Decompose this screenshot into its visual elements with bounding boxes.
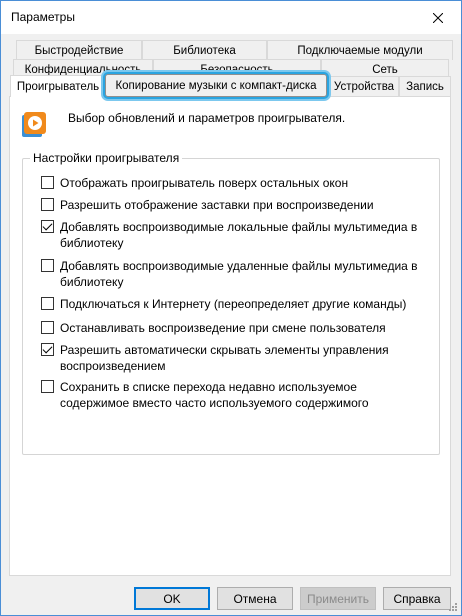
checkbox[interactable] [41, 380, 54, 393]
player-tab-panel: Выбор обновлений и параметров проигрыват… [9, 96, 451, 576]
option-add-local-files[interactable]: Добавлять воспроизводимые локальные файл… [41, 219, 420, 251]
help-button[interactable]: Справка [383, 587, 451, 610]
close-icon [433, 12, 443, 23]
tab-plugins[interactable]: Подключаемые модули [267, 40, 453, 60]
group-title: Настройки проигрывателя [30, 151, 183, 165]
checkbox-checked[interactable] [41, 343, 54, 356]
tab-player[interactable]: Проигрыватель [10, 75, 106, 97]
resize-grip-icon[interactable] [448, 602, 458, 612]
checkbox-checked[interactable] [41, 220, 54, 233]
checkbox[interactable] [41, 321, 54, 334]
close-button[interactable] [415, 1, 461, 34]
option-allow-screensaver[interactable]: Разрешить отображение заставки при воспр… [41, 197, 374, 213]
option-always-on-top[interactable]: Отображать проигрыватель поверх остальны… [41, 175, 348, 191]
option-autohide-controls[interactable]: Разрешить автоматически скрывать элемент… [41, 342, 420, 374]
tab-performance[interactable]: Быстродействие [16, 40, 142, 60]
checkbox[interactable] [41, 259, 54, 272]
checkbox[interactable] [41, 176, 54, 189]
option-stop-on-switch-user[interactable]: Останавливать воспроизведение при смене … [41, 320, 386, 336]
ok-button[interactable]: OK [134, 587, 210, 610]
media-player-icon [22, 112, 46, 137]
title-bar: Параметры [1, 1, 461, 34]
window-title: Параметры [11, 10, 75, 24]
option-add-remote-files[interactable]: Добавлять воспроизводимые удаленные файл… [41, 258, 420, 290]
settings-window: Параметры Быстродействие Библиотека Подк… [0, 0, 462, 616]
tab-burn[interactable]: Запись [399, 76, 451, 96]
option-connect-internet[interactable]: Подключаться к Интернету (переопределяет… [41, 296, 406, 312]
dialog-body: Быстродействие Библиотека Подключаемые м… [1, 34, 461, 615]
panel-description: Выбор обновлений и параметров проигрыват… [68, 111, 346, 125]
player-settings-group: Настройки проигрывателя Отображать проиг… [22, 151, 440, 455]
tab-rip-music[interactable]: Копирование музыки с компакт-диска [105, 74, 327, 97]
tab-library[interactable]: Библиотека [142, 40, 267, 60]
apply-button[interactable]: Применить [300, 587, 376, 610]
tab-devices[interactable]: Устройства [329, 76, 399, 96]
checkbox[interactable] [41, 198, 54, 211]
checkbox[interactable] [41, 297, 54, 310]
cancel-button[interactable]: Отмена [217, 587, 293, 610]
option-jump-list-recent[interactable]: Сохранить в списке перехода недавно испо… [41, 379, 420, 411]
